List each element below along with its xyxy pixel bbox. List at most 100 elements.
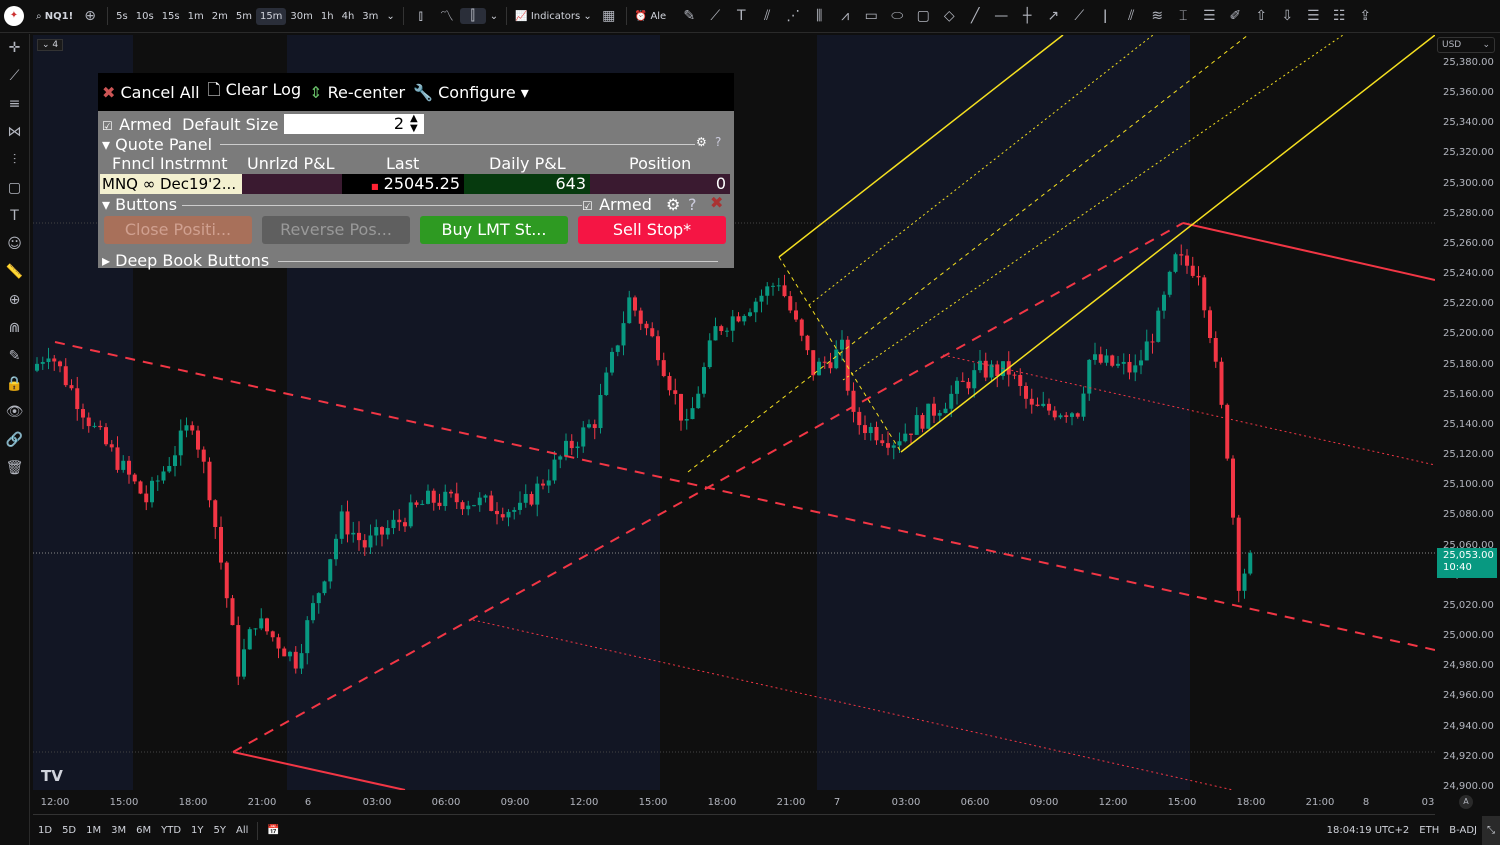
text-icon[interactable]: T [0, 202, 29, 230]
crosshair-icon[interactable]: ✛ [0, 34, 29, 62]
drawing-tool-icon[interactable]: ⋰ [780, 8, 806, 24]
interval-dropdown-chevron-icon[interactable]: ⌄ [382, 8, 398, 25]
interval-15m[interactable]: 15m [255, 7, 287, 25]
buttons-armed-checkbox[interactable]: ☑ [582, 200, 594, 212]
close-position-button[interactable]: Close Positi... [104, 216, 252, 244]
bar-style-icon[interactable]: ⫾ [408, 8, 434, 24]
fib-icon[interactable]: ≡ [0, 90, 29, 118]
drawing-tool-icon[interactable]: ✐ [1222, 8, 1248, 24]
drawing-tool-icon[interactable]: ┼ [1014, 8, 1040, 24]
cancel-all-button[interactable]: ✖ Cancel All [102, 83, 200, 102]
drawing-tool-icon[interactable]: ⬭ [884, 8, 910, 24]
interval-15s[interactable]: 15s [158, 8, 184, 25]
clear-log-button[interactable]: 🗋 Clear Log [208, 79, 301, 106]
drawing-tool-icon[interactable]: ☰ [1300, 8, 1326, 24]
deep-book-header[interactable]: ▸ Deep Book Buttons [102, 251, 269, 270]
range-3m[interactable]: 3M [106, 825, 131, 836]
interval-1m[interactable]: 1m [184, 8, 208, 25]
auto-scale-button[interactable]: A [1459, 795, 1473, 809]
layouts-icon[interactable]: ▦ [596, 8, 622, 24]
alert-button[interactable]: ⏰ Ale [631, 8, 670, 25]
help-icon[interactable]: ? [715, 135, 721, 149]
default-size-input[interactable]: 2 [284, 114, 424, 134]
armed-checkbox[interactable]: ☑ [102, 120, 114, 132]
drawing-tool-icon[interactable]: ⫼ [806, 8, 832, 24]
sell-stop-button[interactable]: Sell Stop* [578, 216, 726, 244]
buy-lmt-stop-button[interactable]: Buy LMT St... [420, 216, 568, 244]
drawing-tool-icon[interactable]: ⌶ [1170, 8, 1196, 24]
emoji-icon[interactable]: ☺ [0, 230, 29, 258]
drawing-tool-icon[interactable]: ⇧ [1248, 8, 1274, 24]
reverse-position-button[interactable]: Reverse Pos... [262, 216, 410, 244]
quote-panel-header[interactable]: ▾ Quote Panel [102, 135, 212, 154]
settings-icon[interactable]: ⚙ [696, 135, 707, 149]
range-1m[interactable]: 1M [81, 825, 106, 836]
chart-type-chevron-icon[interactable]: ⌄ [486, 8, 502, 25]
lock-icon[interactable]: 🔒 [0, 370, 29, 398]
interval-5m[interactable]: 5m [232, 8, 256, 25]
trash-icon[interactable]: 🗑 [0, 454, 29, 482]
compare-add-icon[interactable]: ⊕ [77, 8, 103, 24]
line-chart-icon[interactable]: 〽 [434, 6, 460, 26]
drawing-tool-icon[interactable]: ╱ [962, 8, 988, 24]
session-toggle[interactable]: ETH [1414, 825, 1444, 836]
help-icon[interactable]: ? [688, 195, 697, 214]
drawing-tool-icon[interactable]: ⟋ [702, 8, 728, 24]
drawing-tool-icon[interactable]: ↗ [1040, 8, 1066, 24]
drawing-tool-icon[interactable]: ≋ [1144, 8, 1170, 24]
indicators-button[interactable]: 📈 Indicators ⌄ [511, 8, 596, 25]
drawing-tool-icon[interactable]: ☷ [1326, 8, 1352, 24]
drawing-tool-icon[interactable]: — [988, 8, 1014, 24]
draw-mode-icon[interactable]: ✎ [0, 342, 29, 370]
maximize-icon[interactable]: ⤡ [1482, 816, 1500, 845]
drawing-tool-icon[interactable]: ⩘ [832, 8, 858, 24]
magnet-icon[interactable]: ⋒ [0, 314, 29, 342]
clock[interactable]: 18:04:19 UTC+2 [1322, 825, 1415, 836]
symbol-search[interactable]: ⌕ NQ1! [32, 8, 77, 25]
interval-4h[interactable]: 4h [338, 8, 359, 25]
drawing-tool-icon[interactable]: ✎ [676, 8, 702, 24]
range-6m[interactable]: 6M [131, 825, 156, 836]
interval-5s[interactable]: 5s [112, 8, 132, 25]
adjustment-toggle[interactable]: B-ADJ [1444, 825, 1482, 836]
interval-1h[interactable]: 1h [317, 8, 338, 25]
recenter-button[interactable]: ⇕ Re-center [309, 83, 405, 102]
drawing-tool-icon[interactable]: ⟋ [1066, 8, 1092, 24]
buttons-armed[interactable]: ☑ Armed [582, 195, 652, 214]
goto-date-icon[interactable]: 📅 [262, 825, 284, 836]
range-1d[interactable]: 1D [33, 825, 57, 836]
close-icon[interactable]: ✖ [710, 193, 723, 212]
pattern-icon[interactable]: ⋈ [0, 118, 29, 146]
range-all[interactable]: All [231, 825, 253, 836]
drawing-tool-icon[interactable]: ⇩ [1274, 8, 1300, 24]
currency-select[interactable]: USD ⌄ [1437, 37, 1495, 53]
drawing-tool-icon[interactable]: ◇ [936, 8, 962, 24]
range-ytd[interactable]: YTD [156, 825, 186, 836]
range-1y[interactable]: 1Y [186, 825, 208, 836]
drawing-tool-icon[interactable]: T [728, 8, 754, 24]
drawing-tool-icon[interactable]: ǀ [1092, 8, 1118, 24]
link-icon[interactable]: 🔗 [0, 426, 29, 454]
interval-3m[interactable]: 3m [358, 8, 382, 25]
eye-icon[interactable]: 👁 [0, 398, 29, 426]
trend-line-icon[interactable]: ⟋ [0, 62, 29, 90]
candles-icon[interactable]: ⫿ [459, 8, 486, 24]
drawing-tool-icon[interactable]: ⇪ [1352, 8, 1378, 24]
buttons-section-header[interactable]: ▾ Buttons [102, 195, 177, 214]
drawing-tool-icon[interactable]: ⫽ [754, 8, 780, 24]
zoom-in-icon[interactable]: ⊕ [0, 286, 29, 314]
configure-button[interactable]: 🔧 Configure ▾ [413, 83, 529, 102]
geometric-icon[interactable]: ▢ [0, 174, 29, 202]
drawing-tool-icon[interactable]: ▭ [858, 8, 884, 24]
interval-2m[interactable]: 2m [208, 8, 232, 25]
interval-10s[interactable]: 10s [132, 8, 158, 25]
range-5y[interactable]: 5Y [209, 825, 231, 836]
price-axis[interactable]: USD ⌄ 25,380.00 25,360.00 25,340.00 25,320.… [1435, 35, 1500, 815]
settings-icon[interactable]: ⚙ [666, 195, 680, 214]
ruler-icon[interactable]: 📏 [0, 258, 29, 286]
range-5d[interactable]: 5D [57, 825, 81, 836]
user-avatar[interactable]: ✦ [4, 6, 24, 26]
legend-toggle[interactable]: ⌄ 4 [37, 39, 64, 51]
drawing-tool-icon[interactable]: ☰ [1196, 8, 1222, 24]
prediction-icon[interactable]: ⫶ [0, 146, 29, 174]
